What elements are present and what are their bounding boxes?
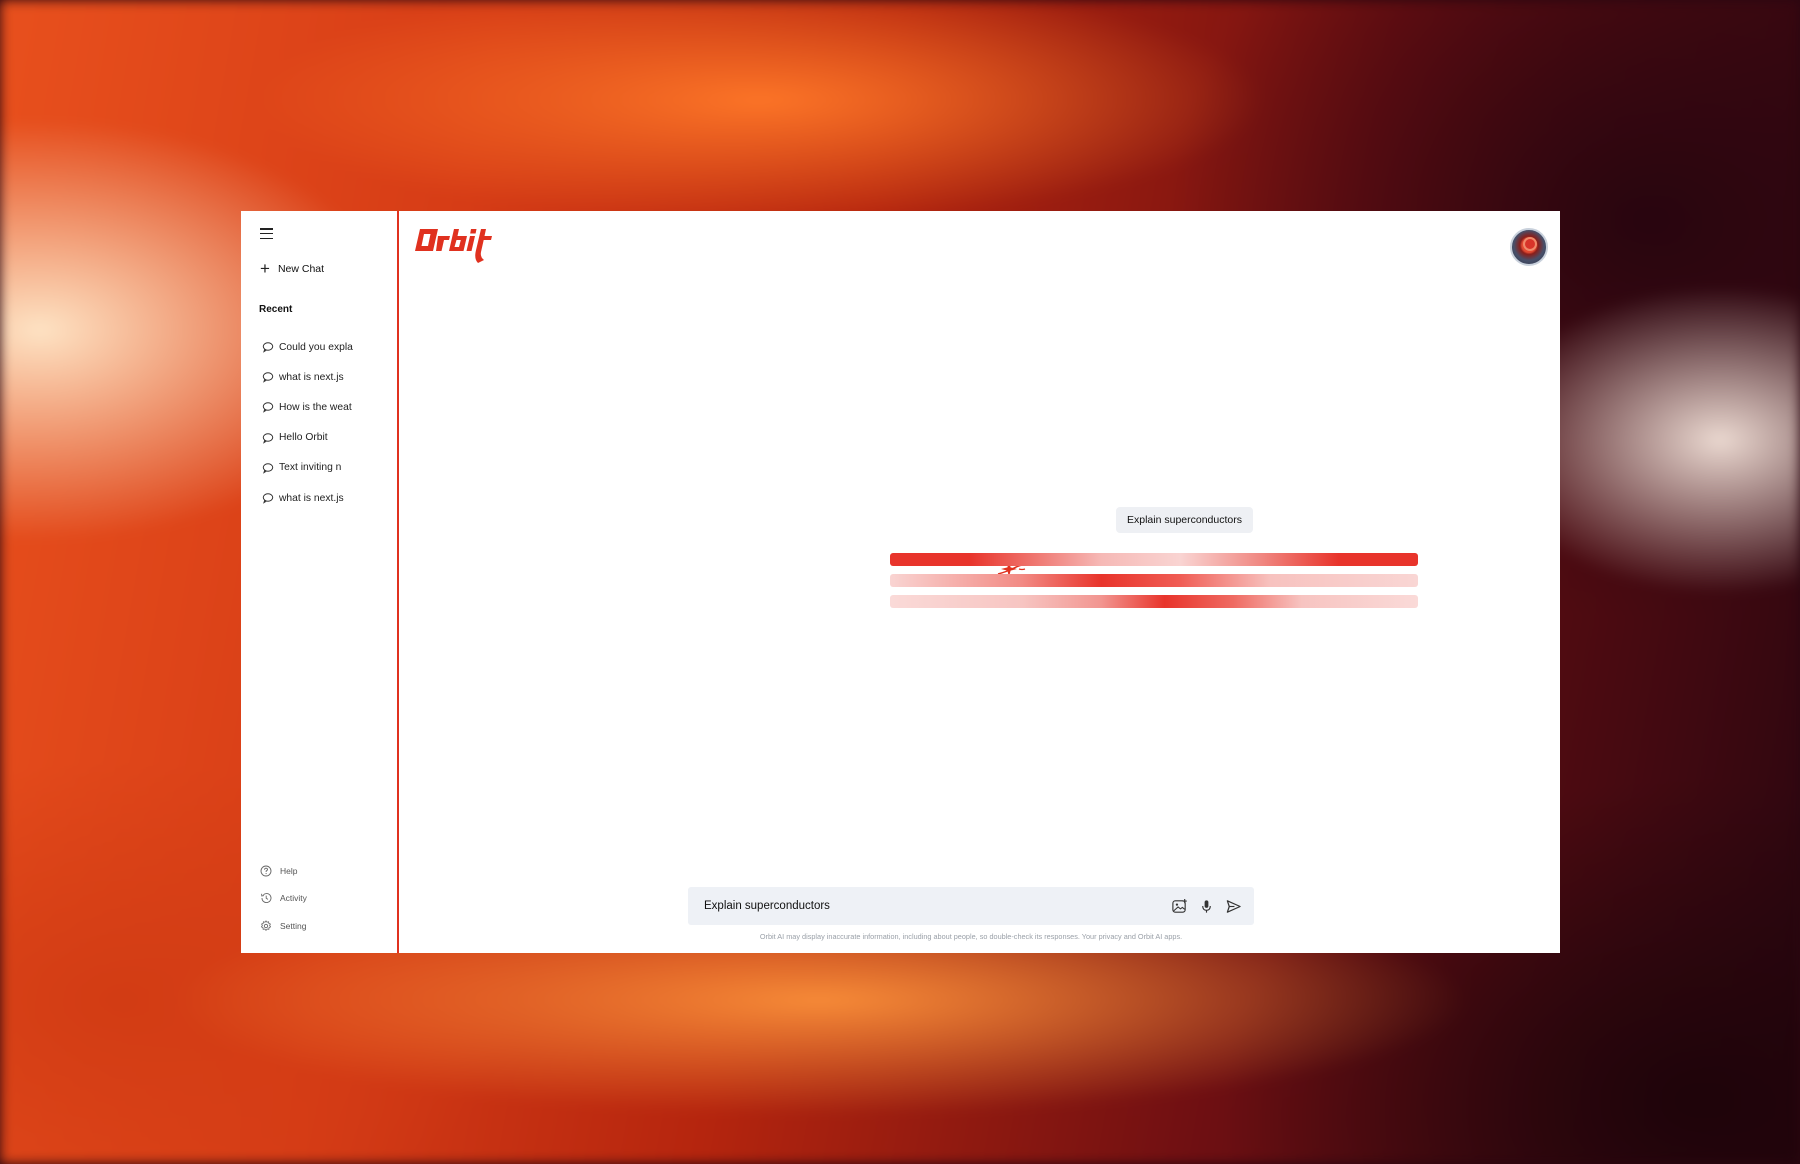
recent-chat-item[interactable]: Hello Orbit: [262, 423, 353, 453]
recent-chat-item[interactable]: Text inviting n: [262, 453, 353, 483]
recent-chat-label: what is next.js: [279, 492, 344, 504]
user-avatar[interactable]: [1510, 228, 1548, 266]
chat-bubble-icon: [262, 402, 274, 414]
composer-actions: [1171, 898, 1242, 915]
new-chat-button[interactable]: + New Chat: [260, 259, 325, 278]
activity-icon: [261, 893, 272, 904]
recent-chat-label: Text inviting n: [279, 462, 342, 474]
recent-chat-item[interactable]: Could you expla: [262, 332, 353, 362]
recent-chat-label: what is next.js: [279, 371, 344, 383]
sidebar-item-activity[interactable]: Activity: [260, 885, 307, 913]
recent-chat-item[interactable]: How is the weat: [262, 392, 353, 422]
user-message-bubble: Explain superconductors: [1116, 507, 1253, 533]
app-window: + New Chat Recent Could you expla what i…: [241, 211, 1560, 953]
chat-bubble-icon: [262, 463, 274, 474]
chat-bubble-icon: [262, 493, 274, 504]
chat-bubble-icon: [262, 342, 274, 353]
image-upload-icon[interactable]: [1171, 898, 1188, 915]
plus-icon: +: [260, 259, 270, 278]
disclaimer-text: Orbit AI may display inaccurate informat…: [759, 932, 1183, 941]
settings-icon: [261, 920, 271, 931]
recent-heading: Recent: [259, 304, 293, 315]
new-chat-label: New Chat: [277, 263, 325, 275]
activity-label: Activity: [280, 893, 307, 904]
help-icon: [260, 865, 272, 877]
chat-bubble-icon: [262, 432, 274, 444]
chat-bubble-icon: [262, 372, 274, 384]
send-icon[interactable]: [1225, 898, 1242, 915]
sidebar-bottom-nav: Help Activity Setting: [260, 857, 307, 940]
response-loading-bar: [890, 553, 1418, 566]
prompt-input[interactable]: [704, 900, 1171, 912]
sidebar: + New Chat Recent Could you expla what i…: [241, 211, 399, 953]
recent-chat-label: How is the weat: [279, 401, 352, 413]
response-loading-bar: [890, 574, 1418, 587]
sidebar-item-setting[interactable]: Setting: [260, 912, 307, 940]
recent-chat-label: Could you expla: [279, 341, 353, 353]
setting-label: Setting: [280, 920, 307, 931]
recent-chat-item[interactable]: what is next.js: [262, 483, 353, 513]
menu-icon[interactable]: [260, 228, 276, 242]
chat-main: Explain superconductors Orbit AI may dis…: [399, 211, 1560, 953]
orbit-logo[interactable]: [412, 225, 520, 267]
recent-list: Could you expla what is next.js How is t…: [262, 332, 353, 513]
recent-chat-label: Hello Orbit: [279, 432, 328, 444]
composer: [688, 887, 1254, 925]
microphone-icon[interactable]: [1198, 898, 1215, 915]
recent-chat-item[interactable]: what is next.js: [262, 362, 353, 392]
response-loading-bar: [890, 595, 1418, 608]
sidebar-item-help[interactable]: Help: [260, 857, 307, 885]
help-label: Help: [280, 865, 298, 876]
